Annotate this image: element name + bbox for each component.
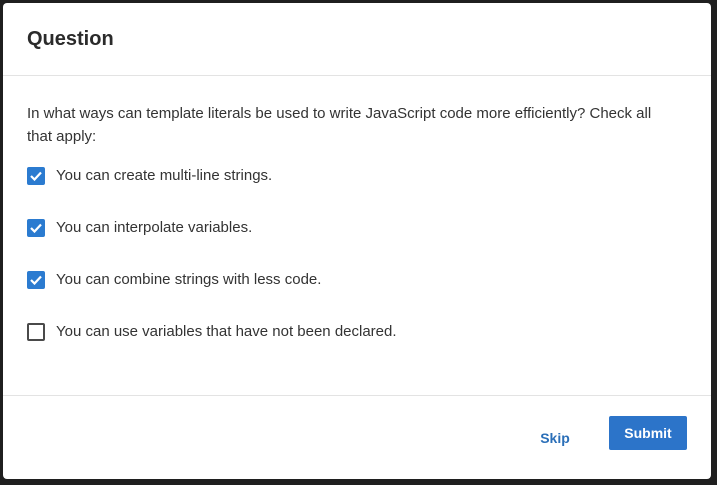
check-icon	[30, 171, 42, 181]
checkbox-checked[interactable]	[27, 167, 45, 185]
option-label: You can interpolate variables.	[56, 219, 253, 236]
option-undeclared-variables[interactable]: You can use variables that have not been…	[27, 321, 687, 343]
dialog-title: Question	[27, 28, 114, 50]
option-multi-line-strings[interactable]: You can create multi-line strings.	[27, 165, 687, 187]
skip-button[interactable]: Skip	[523, 422, 587, 454]
check-icon	[30, 275, 42, 285]
option-combine-strings[interactable]: You can combine strings with less code.	[27, 269, 687, 291]
checkbox-unchecked[interactable]	[27, 323, 45, 341]
question-prompt: In what ways can template literals be us…	[27, 105, 652, 145]
submit-button[interactable]: Submit	[609, 416, 687, 450]
checkbox-checked[interactable]	[27, 271, 45, 289]
dialog-footer: Skip Submit	[3, 396, 711, 478]
dialog-header: Question	[3, 3, 711, 76]
dialog-body: In what ways can template literals be us…	[3, 76, 711, 396]
checkbox-checked[interactable]	[27, 219, 45, 237]
check-icon	[30, 223, 42, 233]
option-label: You can combine strings with less code.	[56, 271, 322, 288]
option-label: You can use variables that have not been…	[56, 323, 397, 340]
option-interpolate-variables[interactable]: You can interpolate variables.	[27, 217, 687, 239]
option-label: You can create multi-line strings.	[56, 167, 273, 184]
question-dialog: Question In what ways can template liter…	[3, 3, 711, 479]
